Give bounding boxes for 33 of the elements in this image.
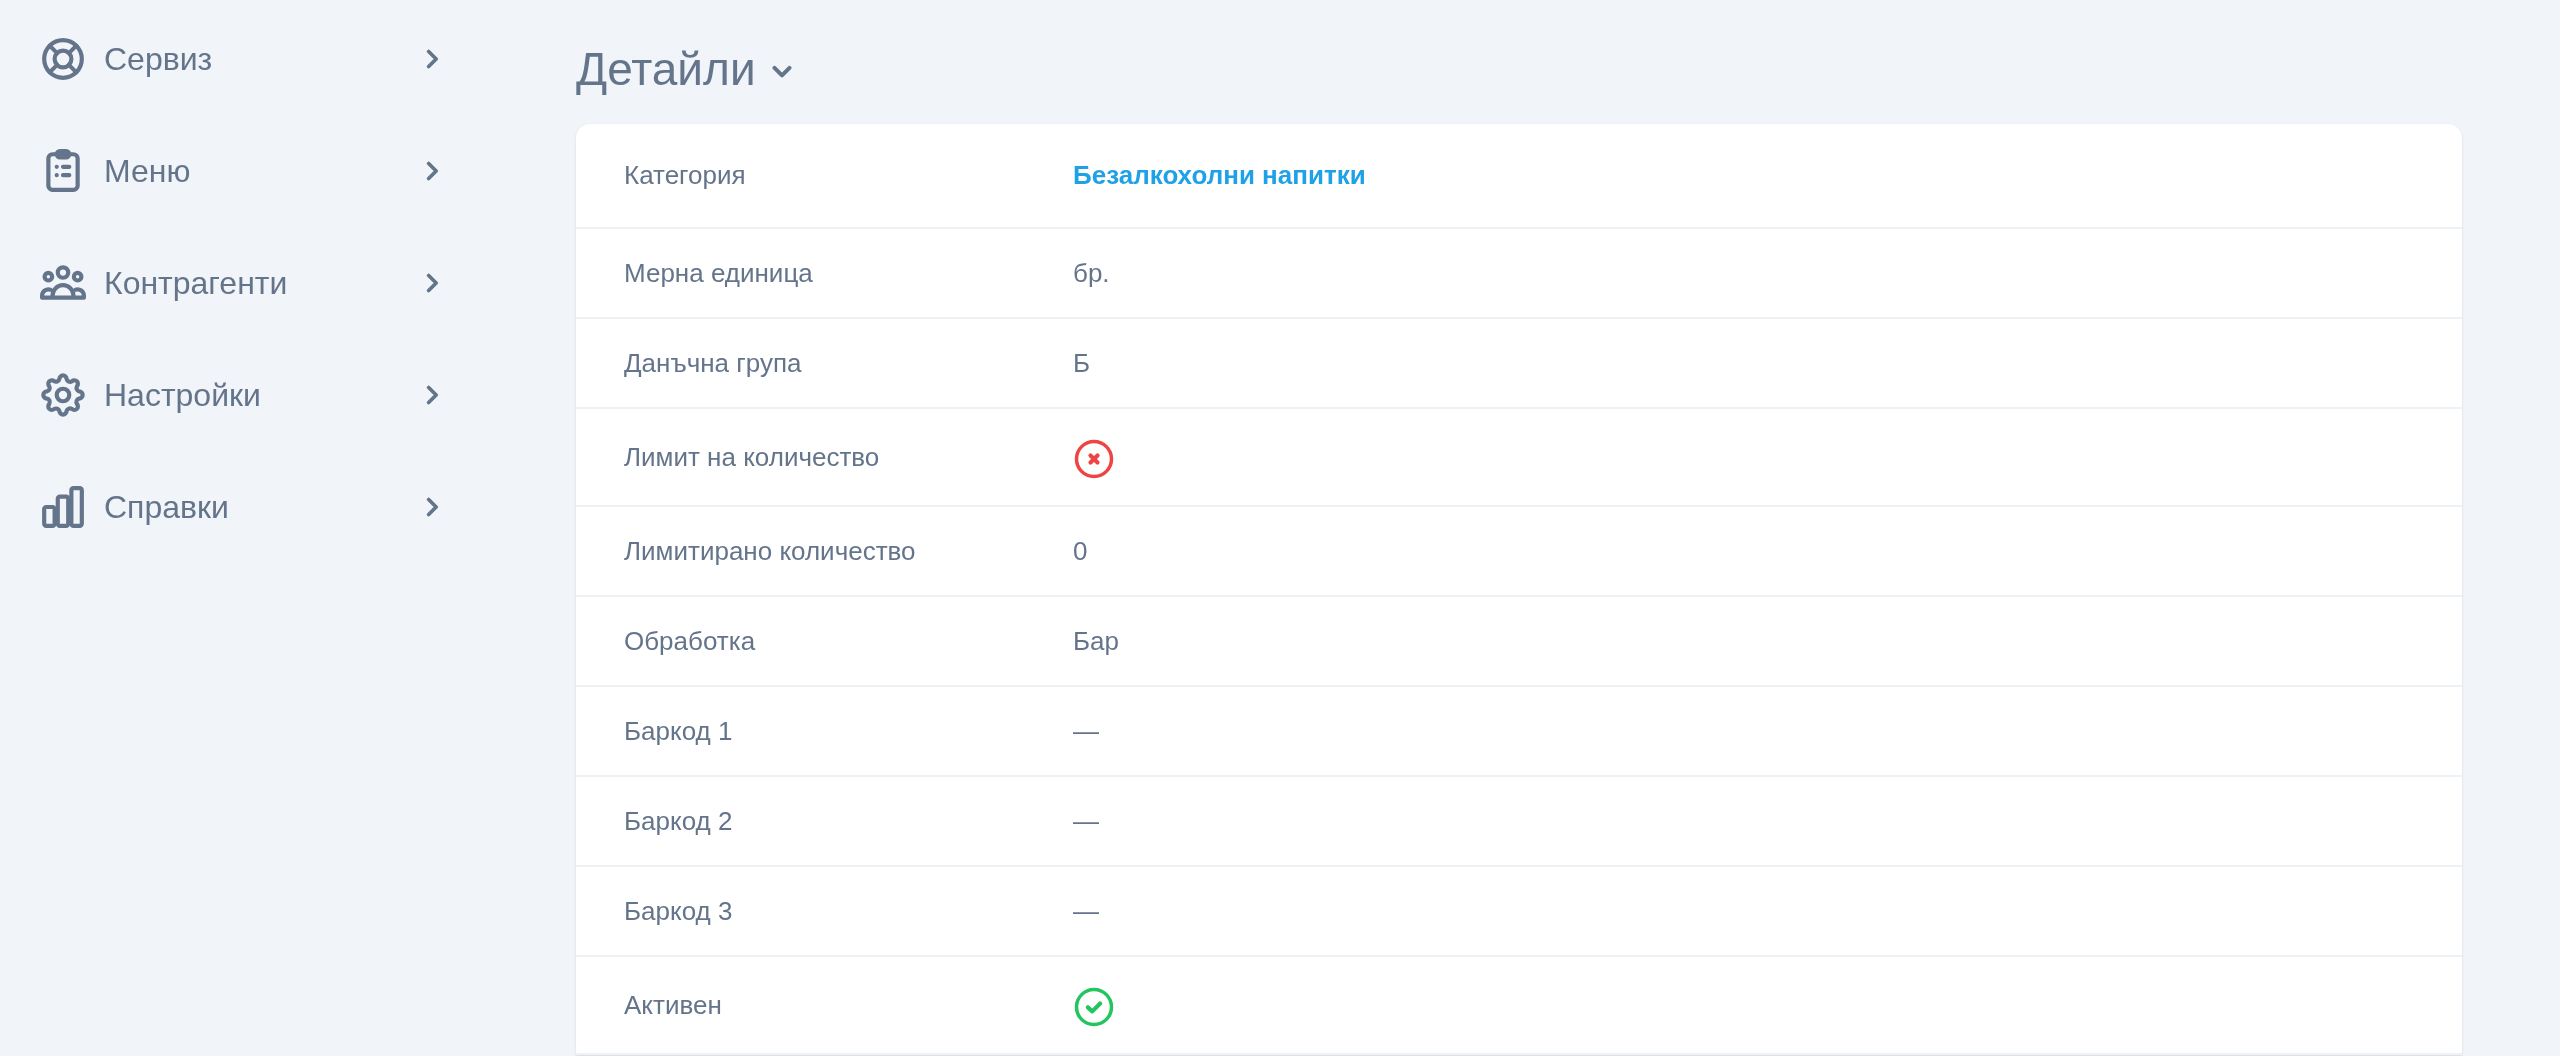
sidebar-item[interactable]: Настройки bbox=[40, 369, 440, 421]
bar-chart-icon bbox=[40, 484, 86, 530]
sidebar-item[interactable]: Меню bbox=[40, 145, 440, 197]
detail-value: 0 bbox=[1073, 534, 1088, 568]
detail-label: Лимит на количество bbox=[624, 440, 881, 474]
detail-label: Баркод 3 bbox=[624, 894, 734, 928]
detail-label: Обработка bbox=[624, 624, 757, 658]
section-title: Детайли bbox=[576, 41, 756, 97]
chevron-right-icon bbox=[424, 161, 440, 181]
detail-label: Данъчна група bbox=[624, 346, 803, 380]
detail-value: Б bbox=[1073, 346, 1091, 380]
detail-value: — bbox=[1073, 714, 1099, 748]
chevron-right-icon bbox=[424, 49, 440, 69]
detail-value: бр. bbox=[1073, 256, 1110, 290]
detail-label: Мерна единица bbox=[624, 256, 814, 290]
detail-label: Лимитирано количество bbox=[624, 534, 917, 568]
detail-value: — bbox=[1073, 894, 1099, 928]
sidebar-item[interactable]: Сервиз bbox=[40, 33, 440, 85]
detail-value: — bbox=[1073, 804, 1099, 838]
lifebuoy-icon bbox=[40, 36, 86, 82]
chevron-right-icon bbox=[424, 497, 440, 517]
sidebar-item[interactable]: Справки bbox=[40, 481, 440, 533]
detail-label: Баркод 1 bbox=[624, 714, 734, 748]
chevron-right-icon bbox=[424, 273, 440, 293]
chevron-right-icon bbox=[424, 385, 440, 405]
detail-label: Активен bbox=[624, 988, 723, 1022]
detail-label: Баркод 2 bbox=[624, 804, 734, 838]
sidebar-item[interactable]: Контрагенти bbox=[40, 257, 440, 309]
detail-label: Категория bbox=[624, 159, 747, 192]
settings-icon bbox=[40, 372, 86, 418]
chevron-down-icon[interactable] bbox=[771, 65, 792, 79]
detail-value: Бар bbox=[1073, 624, 1119, 658]
category-link[interactable]: Безалкохолни напитки bbox=[1073, 156, 1366, 195]
